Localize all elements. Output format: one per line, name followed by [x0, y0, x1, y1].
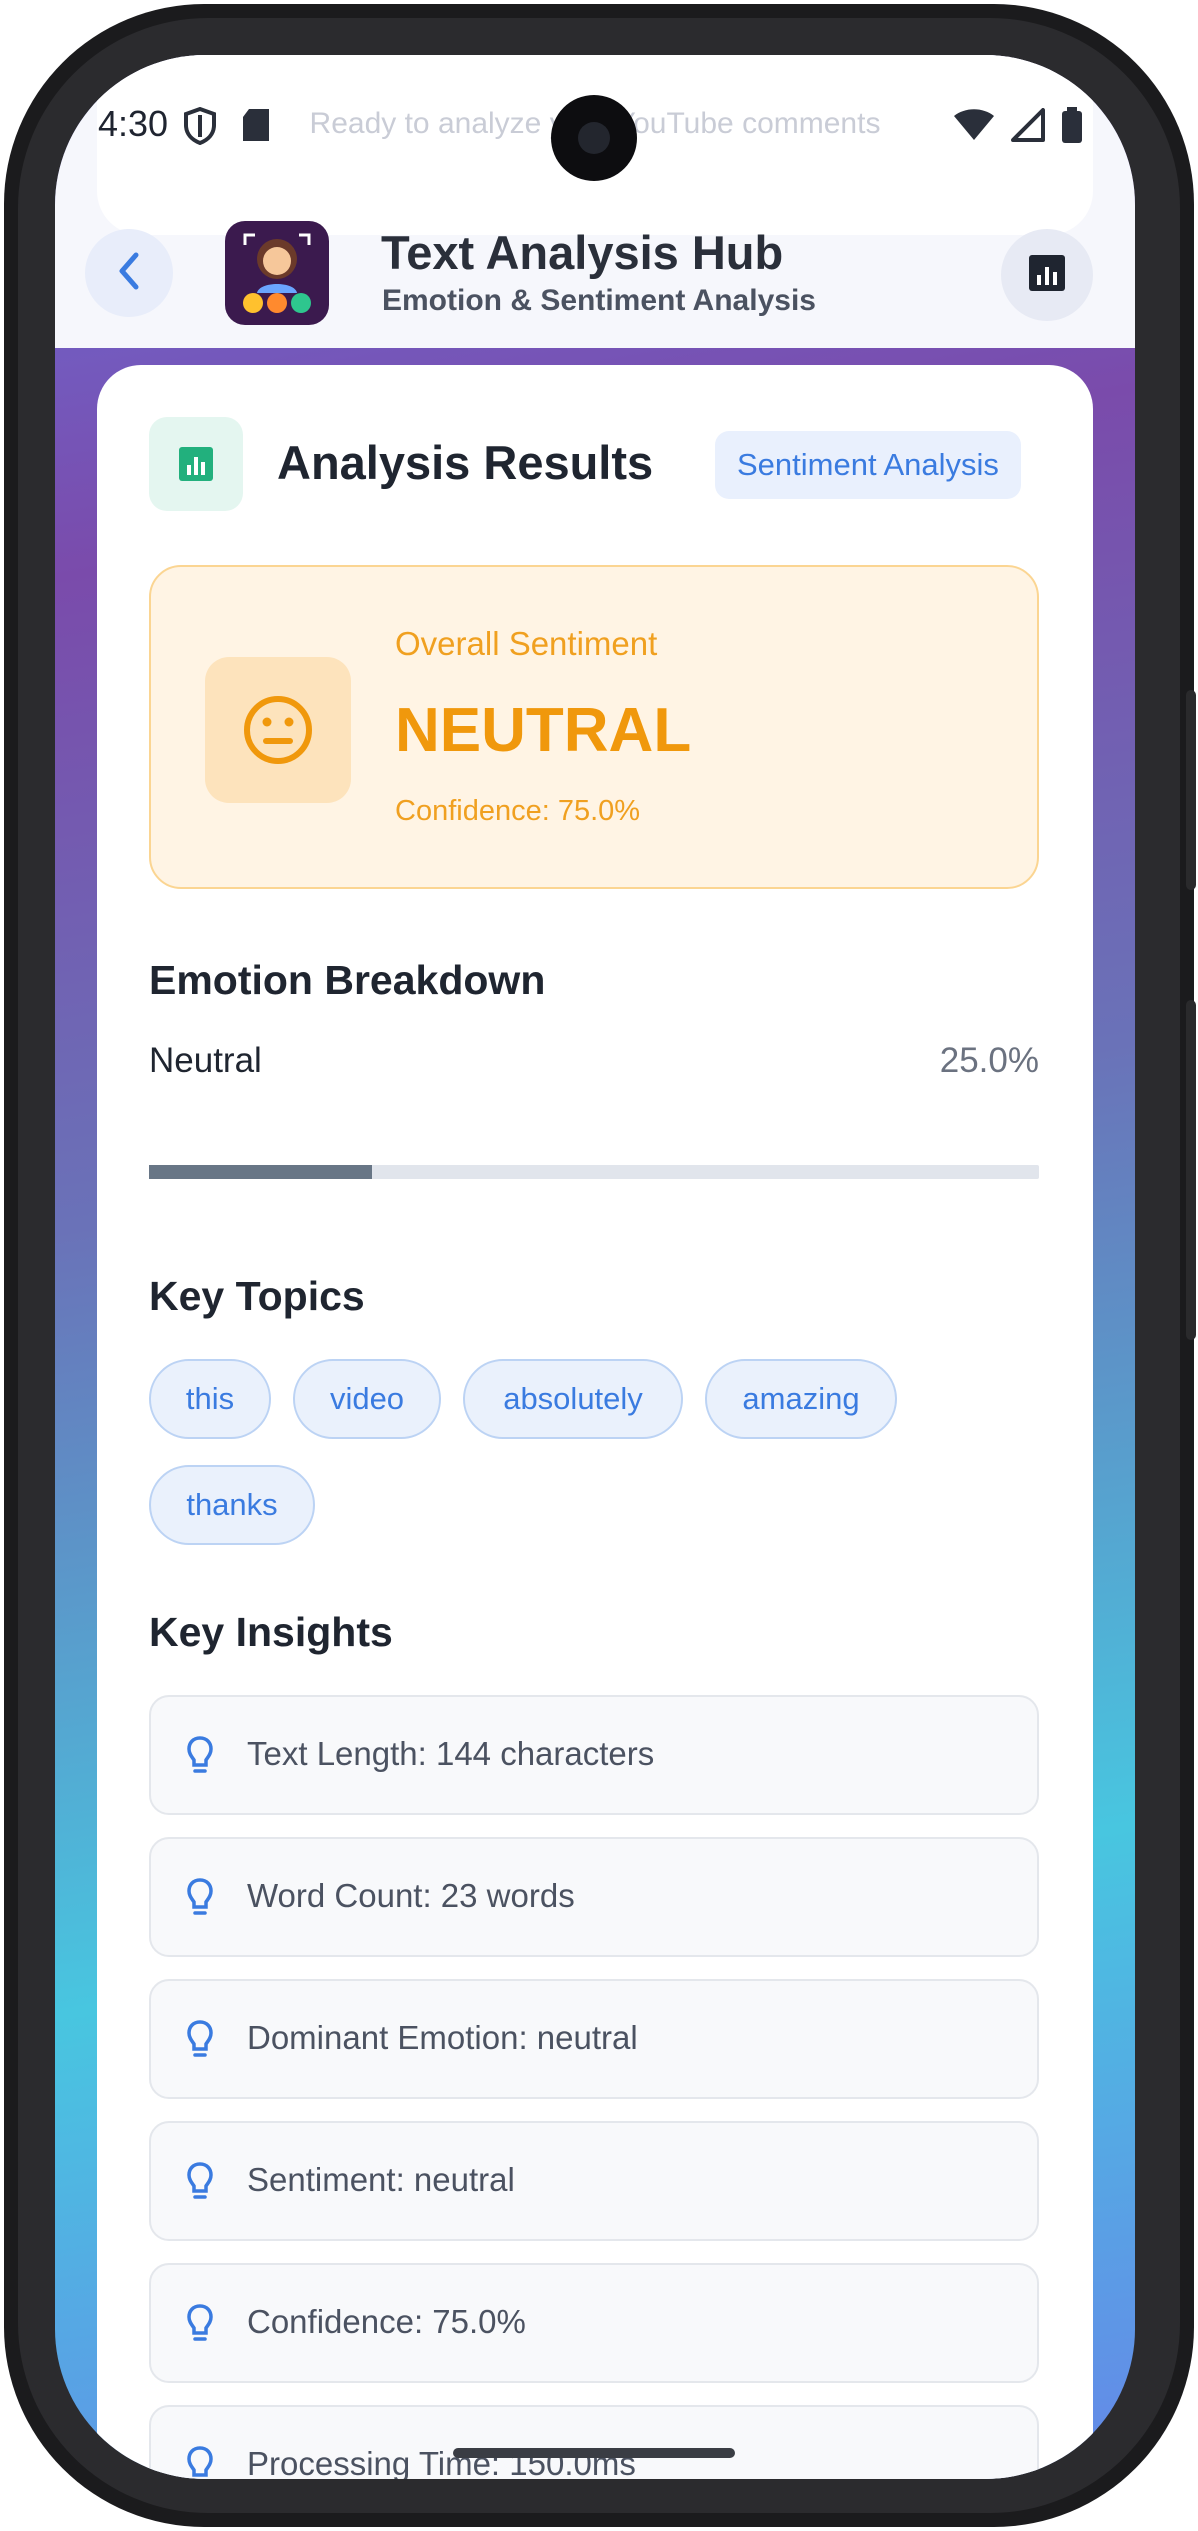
insight-item: Text Length: 144 characters — [149, 1695, 1039, 1815]
insight-item: Confidence: 75.0% — [149, 2263, 1039, 2383]
emotion-percentage: 25.0% — [939, 1041, 1039, 1080]
status-time: 4:30 — [98, 103, 169, 144]
key-topics-title: Key Topics — [149, 1273, 365, 1319]
topic-chip[interactable]: absolutely — [463, 1359, 683, 1439]
topic-chip[interactable]: amazing — [705, 1359, 897, 1439]
analytics-button[interactable] — [1001, 229, 1093, 321]
neutral-face-icon — [205, 657, 351, 803]
emotion-label: Neutral — [149, 1041, 262, 1080]
overall-sentiment-value: NEUTRAL — [395, 696, 692, 765]
topic-chip[interactable]: video — [293, 1359, 441, 1439]
screen: Ready to analyze your YouTube comments 4… — [55, 55, 1135, 2479]
insight-item: Sentiment: neutral — [149, 2121, 1039, 2241]
app-logo — [225, 221, 329, 325]
sd-card-icon — [241, 107, 271, 148]
lightbulb-icon — [185, 2161, 215, 2208]
lightbulb-icon — [185, 1877, 215, 1924]
shield-icon — [183, 106, 217, 150]
signal-icon — [1011, 108, 1045, 147]
emotion-progress-fill — [149, 1165, 372, 1179]
insight-text: Sentiment: neutral — [247, 2161, 515, 2198]
insight-item: Word Count: 23 words — [149, 1837, 1039, 1957]
chevron-left-icon — [114, 251, 144, 296]
lightbulb-icon — [185, 1735, 215, 1782]
bar-chart-icon — [1027, 253, 1067, 298]
analysis-results-card: Analysis Results Sentiment Analysis Over… — [97, 365, 1093, 2479]
battery-icon — [1061, 107, 1083, 148]
lightbulb-icon — [185, 2019, 215, 2066]
insight-text: Dominant Emotion: neutral — [247, 2019, 638, 2056]
back-button[interactable] — [85, 229, 173, 317]
analysis-type-badge: Sentiment Analysis — [715, 431, 1021, 499]
overall-sentiment-box: Overall Sentiment NEUTRAL Confidence: 75… — [149, 565, 1039, 889]
emotion-breakdown-title: Emotion Breakdown — [149, 957, 546, 1003]
insight-item: Dominant Emotion: neutral — [149, 1979, 1039, 2099]
insight-text: Word Count: 23 words — [247, 1877, 575, 1914]
overall-confidence: Confidence: 75.0% — [395, 795, 641, 827]
topic-chip[interactable]: this — [149, 1359, 271, 1439]
volume-button — [1186, 690, 1196, 890]
app-title: Text Analysis Hub — [381, 226, 784, 279]
home-indicator[interactable] — [453, 2448, 735, 2458]
emotion-progress-track — [149, 1165, 1039, 1179]
app-subtitle: Emotion & Sentiment Analysis — [382, 284, 816, 317]
key-insights-title: Key Insights — [149, 1609, 393, 1655]
lightbulb-icon — [185, 2303, 215, 2350]
wifi-icon — [953, 108, 995, 147]
topic-chip[interactable]: thanks — [149, 1465, 315, 1545]
results-icon — [149, 417, 243, 511]
insight-text: Text Length: 144 characters — [247, 1735, 655, 1772]
insight-text: Confidence: 75.0% — [247, 2303, 526, 2340]
insight-item: Processing Time: 150.0ms — [149, 2405, 1039, 2479]
front-camera — [551, 95, 637, 181]
lightbulb-icon — [185, 2445, 215, 2479]
results-title: Analysis Results — [277, 436, 654, 489]
overall-sentiment-label: Overall Sentiment — [395, 625, 658, 662]
app-header-area: Ready to analyze your YouTube comments 4… — [55, 55, 1135, 348]
power-button — [1186, 1000, 1196, 1340]
